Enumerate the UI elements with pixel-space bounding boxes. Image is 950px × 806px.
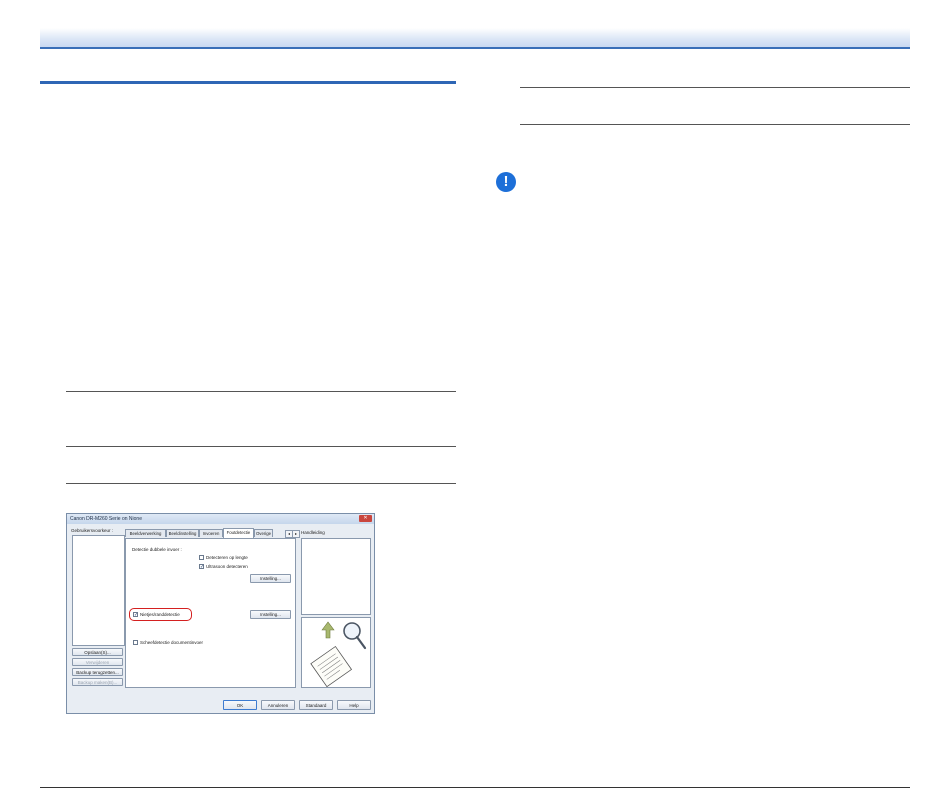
dialog-title: Canon DR-M260 Serie on Nione [70, 516, 142, 522]
detect-length-checkbox[interactable] [199, 555, 204, 560]
restore-backup-button[interactable]: Backup terugzetten... [72, 668, 123, 676]
footer-rule [40, 787, 910, 788]
staple-detection-checkbox[interactable]: ✓ [133, 612, 138, 618]
user-settings-label: Gebruikersvoorkeur : [71, 528, 114, 533]
skew-detection-checkbox[interactable] [133, 640, 138, 645]
help-button[interactable]: Help [337, 700, 371, 710]
double-feed-settings-button[interactable]: Instelling... [250, 574, 291, 583]
tab-error-detection[interactable]: Foutdetectie [223, 528, 254, 538]
skew-detection-label: Scheefdetectie documentinvoer [140, 640, 204, 645]
staple-detection-label: Nietjes/randdetectie [140, 612, 180, 617]
dialog-titlebar: Canon DR-M260 Serie on Nione ✕ [67, 514, 374, 524]
important-notice-icon: ! [496, 172, 516, 192]
default-button[interactable]: Standaard [299, 700, 333, 710]
detect-length-label: Detecteren op lengte [206, 555, 248, 560]
double-feed-label: Detectie dubbele invoer : [132, 547, 182, 552]
header-rule [40, 47, 910, 49]
tab-image-settings[interactable]: Beeldinstelling [166, 529, 199, 537]
help-text-box [301, 538, 371, 615]
ultrasonic-label: Ultrasoon detecteren [206, 564, 248, 569]
table-rule-top [66, 391, 456, 392]
close-icon[interactable]: ✕ [359, 515, 372, 522]
right-table-rule-bottom [520, 124, 910, 125]
right-table-rule-top [520, 87, 910, 88]
delete-settings-button[interactable]: Verwijderen [72, 658, 123, 666]
section-rule [40, 81, 456, 84]
tab-image-processing[interactable]: Beeldverwerking [125, 529, 166, 537]
staple-detection-settings-button[interactable]: Instelling... [250, 610, 291, 619]
cancel-button[interactable]: Annuleren [261, 700, 295, 710]
tab-scroll-right-icon[interactable]: ▸ [292, 530, 300, 538]
error-detection-panel: Detectie dubbele invoer : Detecteren op … [125, 538, 296, 688]
save-settings-button[interactable]: Opslaan(S)... [72, 648, 123, 656]
help-label: Handleiding [301, 530, 325, 535]
help-illustration [301, 617, 371, 688]
ultrasonic-checkbox[interactable]: ✓ [199, 564, 204, 570]
ok-button[interactable]: OK [223, 700, 257, 710]
tab-feeding[interactable]: Invoeren [199, 529, 223, 537]
table-rule-middle [66, 446, 456, 447]
user-settings-list[interactable] [72, 535, 125, 646]
tab-other[interactable]: Overige [254, 529, 273, 537]
scanner-settings-dialog: Canon DR-M260 Serie on Nione ✕ Gebruiker… [66, 513, 375, 714]
document-magnifier-icon [310, 621, 367, 688]
table-rule-bottom [66, 483, 456, 484]
header-band [40, 28, 910, 48]
make-backup-button[interactable]: Backup maken(B)... [72, 678, 123, 686]
